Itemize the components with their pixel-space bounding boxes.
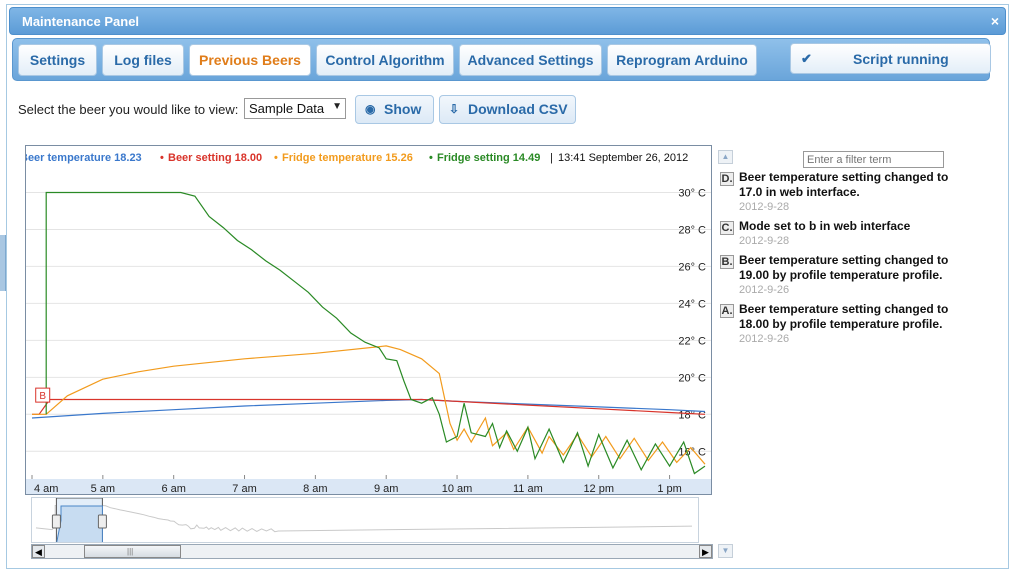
show-button[interactable]: ◉ Show (355, 95, 434, 124)
x-tick-label: 9 am (374, 483, 398, 495)
beer-select-prompt: Select the beer you would like to view: (18, 102, 239, 117)
legend-fridge-temperature: Fridge temperature 15.26 (282, 152, 413, 164)
x-tick-label: 4 am (34, 483, 58, 495)
annotation-item[interactable]: C. Mode set to b in web interface 2012-9… (720, 219, 950, 249)
temperature-chart[interactable]: 30° C 28° C 26° C 24° C 22° C 20° C 18° C 16° C… (25, 145, 712, 495)
tab-settings[interactable]: Settings (18, 44, 97, 76)
y-tick-label: 26° C (678, 261, 706, 273)
y-tick-label: 20° C (678, 372, 706, 384)
scroll-left-icon[interactable]: ◀ (32, 545, 45, 558)
navigator-handle (51, 514, 61, 529)
annotation-marker-label: B (39, 391, 46, 402)
annotation-letter: B. (720, 255, 734, 269)
x-tick-label: 8 am (303, 483, 327, 495)
chart-horizontal-scrollbar[interactable]: ◀ ||| ▶ (31, 544, 713, 559)
annotation-item[interactable]: A. Beer temperature setting changed to 1… (720, 302, 950, 347)
dropdown-arrow-icon: ▼ (332, 101, 342, 112)
annotation-letter: D. (720, 172, 734, 186)
annotation-date: 2012-9-28 (739, 201, 790, 213)
legend-fridge-setting: Fridge setting 14.49 (437, 152, 541, 164)
check-icon: ✔ (801, 51, 812, 66)
x-tick-label: 1 pm (657, 483, 681, 495)
download-icon: ⇩ (449, 102, 460, 116)
annotation-date: 2012-9-26 (739, 284, 790, 296)
annotation-letter: C. (720, 221, 734, 235)
annotation-date: 2012-9-26 (739, 333, 790, 345)
tab-advanced-settings[interactable]: Advanced Settings (459, 44, 602, 76)
script-status-indicator[interactable]: ✔ Script running (790, 43, 991, 74)
tab-bar: Settings Log files Previous Beers Contro… (12, 38, 991, 81)
legend-timestamp: 13:41 September 26, 2012 (558, 152, 689, 164)
chart-legend: Beer temperature 18.23 • Beer setting 18… (25, 152, 711, 170)
beer-selector-row: Select the beer you would like to view: … (18, 95, 618, 125)
annotation-text: Beer temperature setting changed to 17.0… (739, 170, 949, 199)
navigator-series (35, 505, 693, 533)
annotation-date: 2012-9-28 (739, 235, 790, 247)
tab-control-algorithm[interactable]: Control Algorithm (316, 44, 454, 76)
legend-beer-setting: Beer setting 18.00 (168, 152, 263, 164)
x-tick-label: 5 am (91, 483, 115, 495)
scroll-right-icon[interactable]: ▶ (699, 545, 712, 558)
x-tick-label: 7 am (232, 483, 256, 495)
tab-log-files[interactable]: Log files (102, 44, 184, 76)
legend-fridge-temperature-dot: • (274, 152, 278, 164)
navigator-overview (35, 498, 693, 542)
legend-separator: | (550, 152, 553, 164)
x-tick-label: 6 am (161, 483, 185, 495)
dialog-titlebar[interactable]: Maintenance Panel × (9, 7, 1006, 35)
scrollbar-thumb[interactable]: ||| (84, 545, 181, 558)
navigator-handle (97, 514, 107, 529)
y-tick-label: 24° C (678, 298, 706, 310)
y-tick-label: 22° C (678, 335, 706, 347)
beer-select-value: Sample Data (249, 101, 325, 116)
x-tick-label: 12 pm (583, 483, 614, 495)
annotation-item[interactable]: B. Beer temperature setting changed to 1… (720, 253, 950, 298)
script-status-label: Script running (853, 51, 949, 67)
legend-beer-setting-dot: • (160, 152, 164, 164)
y-tick-label: 28° C (678, 224, 706, 236)
tab-previous-beers[interactable]: Previous Beers (189, 44, 311, 76)
annotation-text: Beer temperature setting changed to 18.0… (739, 302, 949, 331)
annotation-item[interactable]: D. Beer temperature setting changed to 1… (720, 170, 950, 215)
annotation-filter-input[interactable] (803, 151, 944, 168)
annotation-text: Mode set to b in web interface (739, 219, 911, 233)
chart-range-navigator[interactable] (31, 497, 699, 543)
download-csv-button[interactable]: ⇩ Download CSV (439, 95, 576, 124)
legend-fridge-setting-dot: • (429, 152, 433, 164)
annotation-letter: A. (720, 304, 734, 318)
close-icon[interactable]: × (991, 13, 999, 29)
chart-plot-area[interactable]: 30° C28° C26° C24° C22° C20° C18° C16° C… (26, 146, 712, 495)
annotations-scroll-up-icon[interactable]: ▲ (718, 150, 733, 164)
x-tick-label: 10 am (442, 483, 473, 495)
annotation-text: Beer temperature setting changed to 19.0… (739, 253, 949, 282)
y-tick-label: 30° C (678, 187, 706, 199)
annotations-scroll-down-icon[interactable]: ▼ (718, 544, 733, 558)
navigator-selected-area (56, 505, 103, 542)
series-line-fridge-setting (45, 191, 706, 475)
legend-beer-temperature: Beer temperature 18.23 (25, 152, 142, 164)
grip-icon: ||| (127, 547, 134, 556)
play-circle-icon: ◉ (365, 102, 376, 116)
tab-reprogram-arduino[interactable]: Reprogram Arduino (607, 44, 757, 76)
annotations-list: D. Beer temperature setting changed to 1… (720, 170, 950, 351)
x-tick-label: 11 am (513, 483, 543, 495)
dialog-title: Maintenance Panel (22, 14, 140, 29)
beer-select-dropdown[interactable]: Sample Data ▼ (244, 98, 346, 119)
